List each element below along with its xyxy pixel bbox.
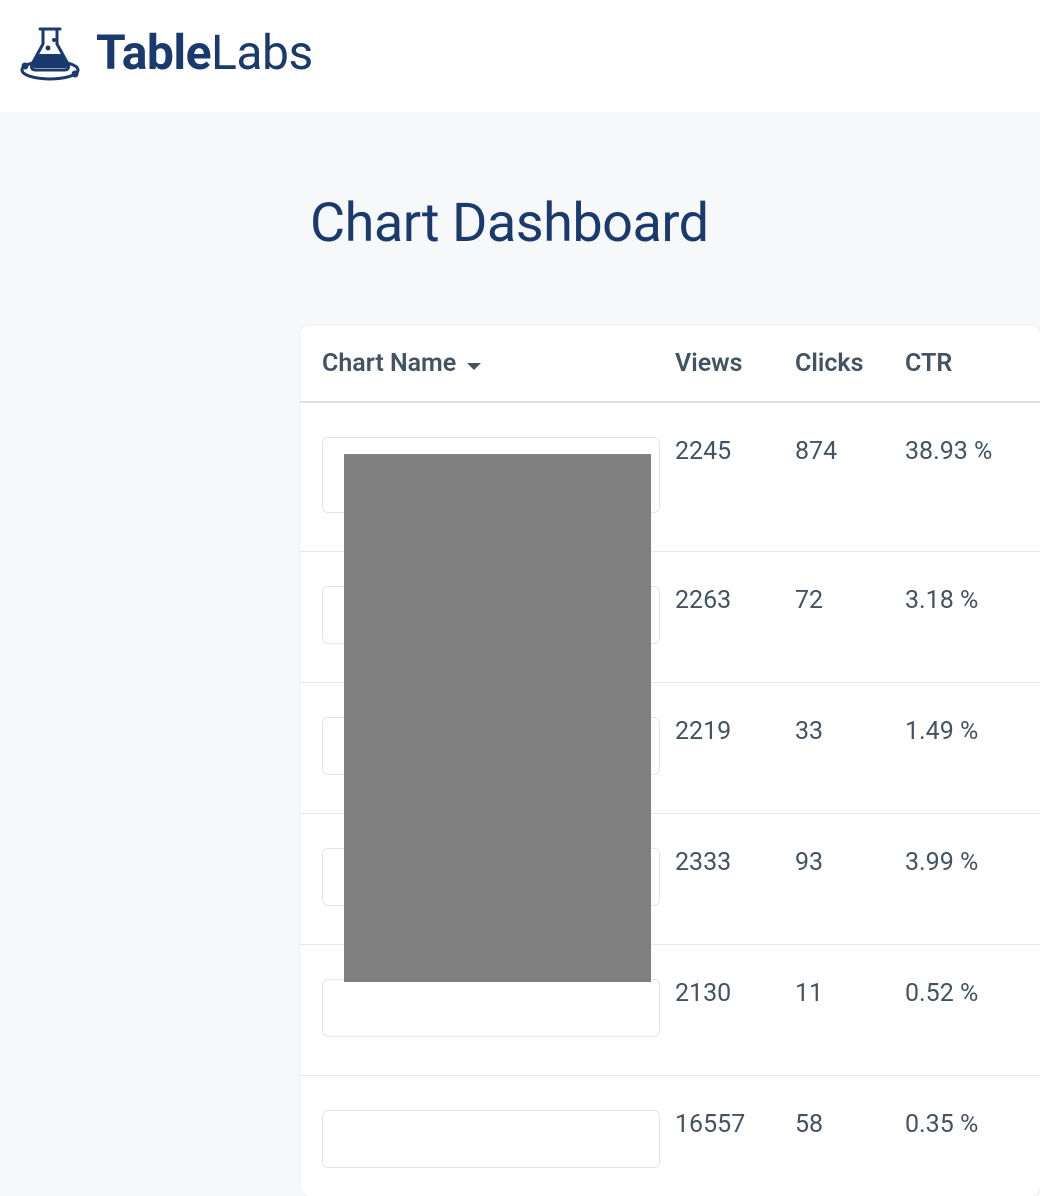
cell-views: 2219 [675, 682, 795, 813]
caret-down-icon [466, 350, 482, 379]
cell-ctr: 38.93 % [905, 402, 1040, 552]
cell-clicks: 72 [795, 551, 905, 682]
column-header-clicks[interactable]: Clicks [795, 325, 905, 402]
cell-ctr: 0.52 % [905, 944, 1040, 1075]
cell-ctr: 3.99 % [905, 813, 1040, 944]
cell-views: 2245 [675, 402, 795, 552]
brand-bold: Table [96, 24, 211, 81]
column-header-ctr[interactable]: CTR [905, 325, 1040, 402]
brand-name: TableLabs [96, 24, 313, 81]
chart-name-box [322, 1110, 660, 1168]
table-row[interactable]: 16557 58 0.35 % [300, 1075, 1040, 1196]
column-header-chart-name-label: Chart Name [322, 349, 456, 378]
overlay-block [344, 454, 651, 982]
cell-chart-name [300, 1075, 675, 1196]
cell-clicks: 93 [795, 813, 905, 944]
chart-name-box [322, 979, 660, 1037]
cell-views: 16557 [675, 1075, 795, 1196]
column-header-views[interactable]: Views [675, 325, 795, 402]
cell-views: 2130 [675, 944, 795, 1075]
cell-clicks: 33 [795, 682, 905, 813]
cell-ctr: 3.18 % [905, 551, 1040, 682]
brand-light: Labs [211, 24, 313, 81]
cell-clicks: 11 [795, 944, 905, 1075]
cell-clicks: 874 [795, 402, 905, 552]
cell-ctr: 0.35 % [905, 1075, 1040, 1196]
app-header: TableLabs [0, 0, 1040, 112]
cell-views: 2333 [675, 813, 795, 944]
cell-views: 2263 [675, 551, 795, 682]
column-header-chart-name[interactable]: Chart Name [300, 325, 675, 402]
flask-logo-icon [18, 20, 82, 84]
cell-clicks: 58 [795, 1075, 905, 1196]
cell-ctr: 1.49 % [905, 682, 1040, 813]
page-title: Chart Dashboard [310, 192, 1040, 255]
